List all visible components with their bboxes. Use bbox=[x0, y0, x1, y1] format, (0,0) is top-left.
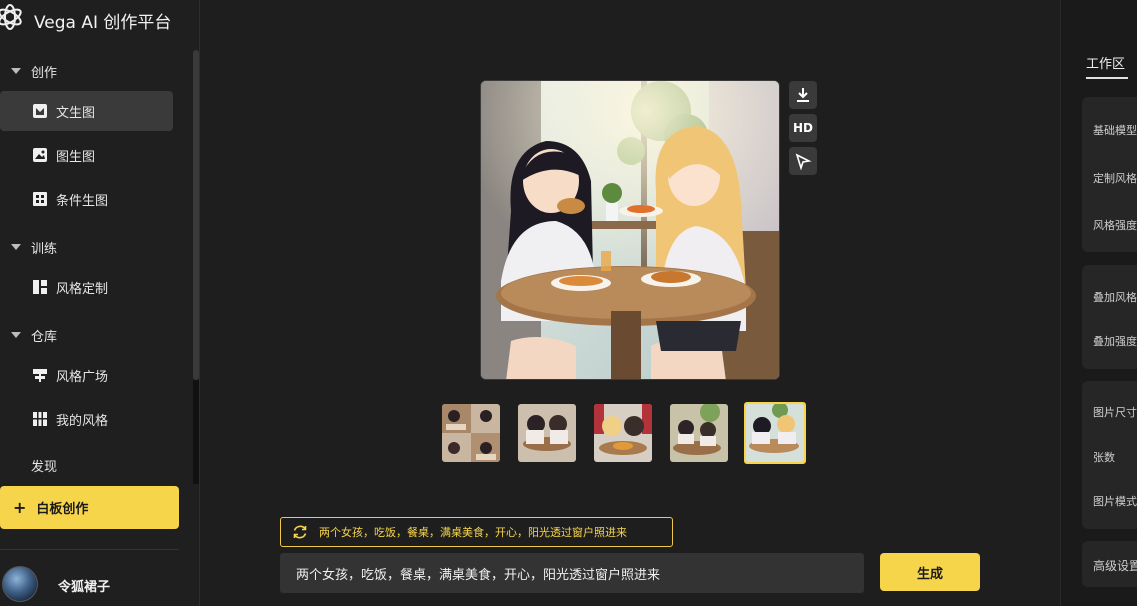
label-count[interactable]: 张数 bbox=[1093, 449, 1115, 465]
thumbnail-2[interactable] bbox=[518, 404, 576, 462]
tab-underline bbox=[1086, 77, 1128, 79]
user-profile[interactable]: 令狐裙子 bbox=[0, 562, 190, 602]
caret-down-icon bbox=[11, 332, 21, 338]
thumbnail-image bbox=[670, 404, 728, 462]
thumbnail-3[interactable] bbox=[594, 404, 652, 462]
generated-image[interactable] bbox=[480, 80, 780, 380]
sidebar-item-style-square[interactable]: 风格广场 bbox=[0, 355, 173, 395]
conditional-image-icon bbox=[33, 192, 47, 206]
thumbnail-1[interactable] bbox=[442, 404, 500, 462]
main-canvas: HD 两个女孩，吃饭，餐桌，满桌美食，开心，阳光透过窗户照进来 两个女孩，吃饭，… bbox=[200, 0, 1060, 606]
sidebar-item-label: 风格广场 bbox=[56, 369, 109, 385]
label-overlay-strength[interactable]: 叠加强度 bbox=[1093, 333, 1137, 349]
sidebar-divider bbox=[0, 549, 179, 550]
generate-button[interactable]: 生成 bbox=[880, 553, 980, 591]
sidebar-item-label: 我的风格 bbox=[56, 413, 109, 429]
download-icon bbox=[797, 88, 809, 102]
sidebar-item-text-to-image[interactable]: 文生图 bbox=[0, 91, 173, 131]
label-advanced-settings[interactable]: 高级设置 bbox=[1093, 557, 1137, 574]
section-create[interactable]: 创作 bbox=[0, 58, 190, 84]
thumbnail-image bbox=[594, 404, 652, 462]
prompt-history-tag[interactable]: 两个女孩，吃饭，餐桌，满桌美食，开心，阳光透过窗户照进来 bbox=[280, 517, 673, 547]
section-label: 训练 bbox=[31, 241, 58, 257]
thumbnail-image bbox=[518, 404, 576, 462]
send-button[interactable] bbox=[789, 147, 817, 175]
section-repo[interactable]: 仓库 bbox=[0, 322, 190, 348]
sidebar-item-label: 图生图 bbox=[56, 149, 96, 165]
sidebar-item-label: 文生图 bbox=[56, 105, 96, 121]
overlay-settings-card bbox=[1082, 265, 1137, 369]
hd-button[interactable]: HD bbox=[789, 114, 817, 142]
thumbnail-4[interactable] bbox=[670, 404, 728, 462]
caret-down-icon bbox=[11, 68, 21, 74]
whiteboard-button[interactable]: + 白板创作 bbox=[0, 486, 179, 529]
tab-workspace[interactable]: 工作区 bbox=[1086, 53, 1125, 72]
section-train[interactable]: 训练 bbox=[0, 234, 190, 260]
prompt-input[interactable]: 两个女孩，吃饭，餐桌，满桌美食，开心，阳光透过窗户照进来 bbox=[280, 553, 864, 593]
sidebar-item-image-to-image[interactable]: 图生图 bbox=[0, 135, 173, 175]
plus-icon: + bbox=[13, 498, 27, 517]
style-square-icon bbox=[33, 368, 47, 382]
brand-logo-icon bbox=[0, 4, 22, 30]
label-custom-style[interactable]: 定制风格 bbox=[1093, 170, 1137, 186]
label-base-model[interactable]: 基础模型 bbox=[1093, 122, 1137, 138]
sidebar-item-label: 条件生图 bbox=[56, 193, 109, 209]
section-label: 仓库 bbox=[31, 329, 58, 345]
style-custom-icon bbox=[33, 280, 47, 294]
image-to-image-icon bbox=[33, 148, 47, 162]
whiteboard-label: 白板创作 bbox=[36, 502, 89, 517]
thumbnail-image bbox=[442, 404, 500, 462]
prompt-input-value: 两个女孩，吃饭，餐桌，满桌美食，开心，阳光透过窗户照进来 bbox=[296, 567, 661, 583]
refresh-icon bbox=[293, 525, 307, 539]
brand[interactable]: Vega AI 创作平台 bbox=[0, 0, 200, 38]
sidebar-item-my-style[interactable]: 我的风格 bbox=[0, 399, 173, 439]
sidebar-item-style-custom[interactable]: 风格定制 bbox=[0, 267, 173, 307]
my-style-icon bbox=[33, 412, 47, 426]
label-overlay-style[interactable]: 叠加风格 bbox=[1093, 289, 1137, 305]
section-label: 创作 bbox=[31, 65, 58, 81]
brand-title: Vega AI 创作平台 bbox=[34, 13, 172, 33]
download-button[interactable] bbox=[789, 81, 817, 109]
sidebar: Vega AI 创作平台 创作 文生图 图生图 条件生图 训练 风格定制 仓库 … bbox=[0, 0, 200, 606]
prompt-tag-text: 两个女孩，吃饭，餐桌，满桌美食，开心，阳光透过窗户照进来 bbox=[319, 526, 627, 539]
sidebar-item-label: 风格定制 bbox=[56, 281, 109, 297]
generate-label: 生成 bbox=[916, 566, 943, 582]
text-to-image-icon bbox=[33, 104, 47, 118]
sidebar-scroll-track bbox=[193, 380, 199, 484]
label-style-strength[interactable]: 风格强度 bbox=[1093, 217, 1137, 233]
thumbnail-5[interactable] bbox=[744, 402, 806, 464]
sidebar-scrollbar[interactable] bbox=[193, 50, 199, 380]
sidebar-item-discover[interactable]: 发现 bbox=[31, 456, 57, 475]
avatar bbox=[2, 566, 38, 602]
label-image-mode[interactable]: 图片模式 bbox=[1093, 493, 1137, 509]
thumbnail-image bbox=[746, 404, 804, 462]
username: 令狐裙子 bbox=[58, 580, 111, 595]
sidebar-item-conditional-image[interactable]: 条件生图 bbox=[0, 179, 173, 219]
label-image-size[interactable]: 图片尺寸 bbox=[1093, 404, 1137, 420]
generated-image-artwork bbox=[481, 81, 779, 379]
cursor-arrow-icon bbox=[795, 153, 812, 170]
caret-down-icon bbox=[11, 244, 21, 250]
hd-label: HD bbox=[792, 121, 813, 135]
